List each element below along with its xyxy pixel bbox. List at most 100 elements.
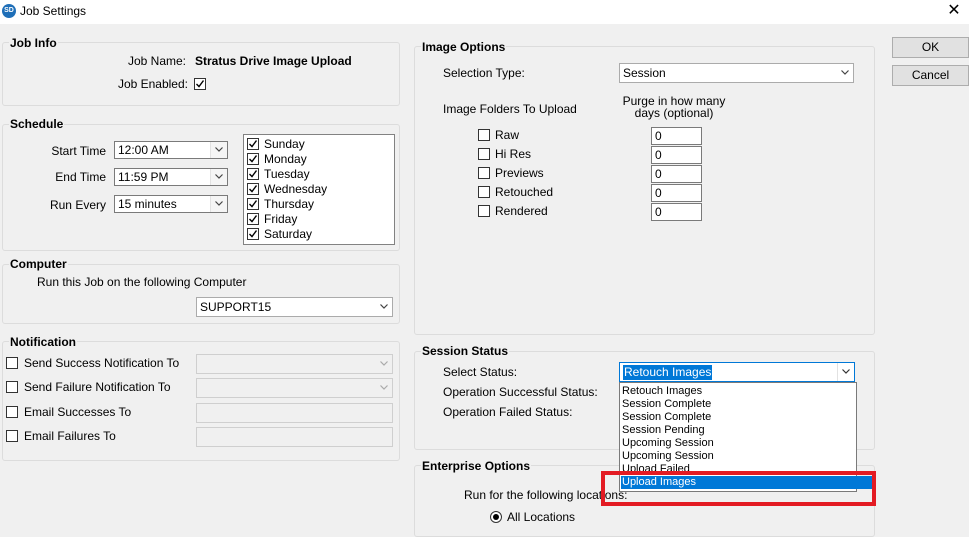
enterprise-options-heading: Enterprise Options <box>421 459 532 473</box>
send-failure-combo[interactable] <box>196 378 393 398</box>
chevron-down-icon[interactable] <box>837 363 854 381</box>
select-status-combo[interactable]: Retouch Images <box>619 362 855 382</box>
day-checkbox[interactable] <box>247 138 259 150</box>
email-successes-field[interactable] <box>196 403 393 423</box>
app-logo-icon: SD <box>2 4 16 18</box>
ok-button[interactable]: OK <box>892 37 969 58</box>
highlight-annotation-box <box>601 471 876 506</box>
end-time-value: 11:59 PM <box>118 170 169 184</box>
day-label: Monday <box>264 152 307 166</box>
day-checkbox[interactable] <box>247 168 259 180</box>
chevron-down-icon[interactable] <box>376 355 392 373</box>
folder-checkbox[interactable] <box>478 129 490 141</box>
status-option[interactable]: Session Pending <box>621 424 873 437</box>
folder-label: Raw <box>495 128 520 142</box>
session-status-heading: Session Status <box>421 344 510 358</box>
close-icon[interactable]: ✕ <box>944 1 964 21</box>
chevron-down-icon[interactable] <box>837 64 853 82</box>
status-option[interactable]: Session Complete <box>621 411 873 424</box>
email-failures-checkbox[interactable] <box>6 430 18 442</box>
day-label: Thursday <box>264 197 315 211</box>
send-failure-label: Send Failure Notification To <box>24 380 171 394</box>
folder-label: Retouched <box>495 185 554 199</box>
purge-days-field[interactable]: 0 <box>651 146 702 164</box>
send-success-label: Send Success Notification To <box>24 356 180 370</box>
purge-days-value: 0 <box>655 205 662 219</box>
purge-days-field[interactable]: 0 <box>651 203 702 221</box>
all-locations-label: All Locations <box>507 510 576 524</box>
purge-days-value: 0 <box>655 186 662 200</box>
start-time-value: 12:00 AM <box>118 143 169 157</box>
checkmark-icon <box>249 185 257 193</box>
operation-failed-label: Operation Failed Status: <box>443 405 573 419</box>
purge-days-field[interactable]: 0 <box>651 165 702 183</box>
checkmark-icon <box>249 140 257 148</box>
chevron-down-icon[interactable] <box>376 379 392 397</box>
run-every-combo[interactable]: 15 minutes <box>114 195 228 213</box>
job-name-value: Stratus Drive Image Upload <box>195 54 352 68</box>
chevron-down-icon[interactable] <box>210 169 227 185</box>
select-status-value: Retouch Images <box>623 365 713 380</box>
day-checkbox[interactable] <box>247 228 259 240</box>
selection-type-label: Selection Type: <box>443 66 525 80</box>
send-success-checkbox[interactable] <box>6 357 18 369</box>
cancel-button[interactable]: Cancel <box>892 65 969 86</box>
folder-label: Hi Res <box>495 147 532 161</box>
checkmark-icon <box>249 155 257 163</box>
folder-checkbox[interactable] <box>478 167 490 179</box>
days-listbox[interactable]: Sunday Monday Tuesday Wednesday Thursday Frid… <box>243 134 395 245</box>
purge-days-field[interactable]: 0 <box>651 127 702 145</box>
checkmark-icon <box>249 230 257 238</box>
email-successes-checkbox[interactable] <box>6 406 18 418</box>
notification-heading: Notification <box>9 335 77 349</box>
all-locations-radio[interactable] <box>490 511 502 523</box>
checkmark-icon <box>249 170 257 178</box>
purge-days-value: 0 <box>655 148 662 162</box>
job-enabled-checkbox[interactable] <box>194 78 206 90</box>
job-info-group <box>2 42 400 106</box>
run-every-value: 15 minutes <box>118 197 177 211</box>
run-every-label: Run Every <box>49 198 106 212</box>
folder-checkbox[interactable] <box>478 186 490 198</box>
selection-type-combo[interactable]: Session <box>619 63 854 83</box>
folders-label: Image Folders To Upload <box>443 102 577 116</box>
job-name-label: Job Name: <box>127 54 186 68</box>
purge-days-value: 0 <box>655 167 662 181</box>
status-option[interactable]: Session Complete <box>621 398 873 411</box>
status-option[interactable]: Retouch Images <box>621 385 873 398</box>
send-success-combo[interactable] <box>196 354 393 374</box>
day-checkbox[interactable] <box>247 183 259 195</box>
image-options-heading: Image Options <box>421 40 507 54</box>
computer-heading: Computer <box>9 257 68 271</box>
folder-label: Rendered <box>495 204 548 218</box>
purge-days-field[interactable]: 0 <box>651 184 702 202</box>
end-time-combo[interactable]: 11:59 PM <box>114 168 228 186</box>
purge-label: Purge in how many days (optional) <box>622 94 726 120</box>
send-failure-checkbox[interactable] <box>6 381 18 393</box>
status-option[interactable]: Upcoming Session <box>621 450 873 463</box>
end-time-label: End Time <box>55 170 106 184</box>
computer-combo[interactable]: SUPPORT15 <box>196 297 393 317</box>
day-checkbox[interactable] <box>247 153 259 165</box>
day-checkbox[interactable] <box>247 198 259 210</box>
chevron-down-icon[interactable] <box>210 142 227 158</box>
checkmark-icon <box>249 200 257 208</box>
email-failures-field[interactable] <box>196 427 393 447</box>
folder-checkbox[interactable] <box>478 148 490 160</box>
title-bar <box>0 0 969 24</box>
radio-selected-dot <box>493 514 499 520</box>
chevron-down-icon[interactable] <box>210 196 227 212</box>
job-info-heading: Job Info <box>9 36 58 50</box>
folder-checkbox[interactable] <box>478 205 490 217</box>
folder-label: Previews <box>495 166 544 180</box>
day-checkbox[interactable] <box>247 213 259 225</box>
status-option[interactable]: Upcoming Session <box>621 437 873 450</box>
computer-value: SUPPORT15 <box>200 300 272 314</box>
chevron-down-icon[interactable] <box>376 298 392 316</box>
job-enabled-label: Job Enabled: <box>117 77 188 91</box>
computer-prompt: Run this Job on the following Computer <box>37 275 247 289</box>
day-label: Tuesday <box>264 167 310 181</box>
start-time-combo[interactable]: 12:00 AM <box>114 141 228 159</box>
selection-type-value: Session <box>623 66 666 80</box>
purge-days-value: 0 <box>655 129 662 143</box>
